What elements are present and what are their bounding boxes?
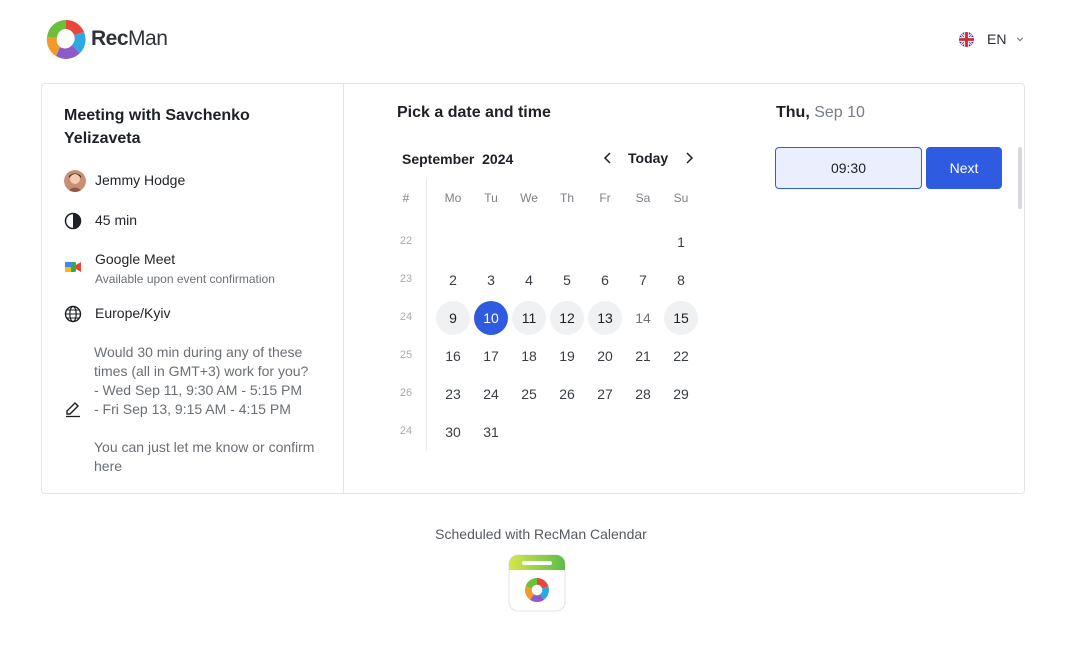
month-year-label: September 2024 bbox=[402, 151, 514, 167]
booking-card: Meeting with Savchenko Yelizaveta Jemmy … bbox=[41, 83, 1025, 494]
week-number: 24 bbox=[399, 311, 413, 323]
calendar-day: 17 bbox=[483, 348, 499, 364]
calendar-day: 4 bbox=[525, 272, 533, 288]
calendar-day: 27 bbox=[597, 386, 613, 402]
next-button[interactable]: Next bbox=[926, 147, 1002, 189]
calendar-day: 22 bbox=[673, 348, 689, 364]
timezone-text: Europe/Kyiv bbox=[95, 305, 171, 321]
weekday-header: Su bbox=[673, 191, 689, 205]
language-code: EN bbox=[987, 31, 1007, 47]
weekday-header: Th bbox=[559, 191, 574, 205]
duration-row: 45 min bbox=[64, 212, 137, 230]
pencil-icon bbox=[66, 402, 80, 418]
calendar-day-available[interactable]: 12 bbox=[550, 301, 584, 335]
calendar-heading: Pick a date and time bbox=[397, 104, 551, 121]
calendar-day: 3 bbox=[487, 272, 495, 288]
duration-text: 45 min bbox=[95, 212, 138, 228]
recman-calendar-app-icon[interactable] bbox=[508, 554, 566, 612]
location-name: Google Meet bbox=[95, 251, 176, 267]
calendar-day: 23 bbox=[445, 386, 461, 402]
week-number: 23 bbox=[399, 273, 413, 285]
timezone-row: Europe/Kyiv bbox=[64, 305, 170, 323]
recman-logo[interactable]: RecMan bbox=[44, 17, 168, 61]
calendar-day-available[interactable]: 15 bbox=[664, 301, 698, 335]
weekday-header: We bbox=[520, 191, 538, 205]
calendar-day-selected[interactable]: 10 bbox=[474, 301, 508, 335]
time-slots-scrollbar[interactable] bbox=[1018, 147, 1022, 209]
weekday-header: Sa bbox=[635, 191, 651, 205]
calendar-day: 16 bbox=[445, 348, 461, 364]
meeting-title: Meeting with Savchenko Yelizaveta bbox=[64, 107, 250, 147]
duration-icon bbox=[64, 212, 82, 230]
calendar-day: 21 bbox=[635, 348, 651, 364]
host-name: Jemmy Hodge bbox=[95, 172, 186, 188]
calendar-day: 30 bbox=[445, 424, 461, 440]
calendar-day: 20 bbox=[597, 348, 613, 364]
calendar-day: 2 bbox=[449, 272, 457, 288]
chevron-right-icon[interactable] bbox=[682, 151, 696, 165]
week-number-divider bbox=[426, 179, 427, 451]
calendar-day: 1 bbox=[677, 234, 685, 250]
calendar-day: 7 bbox=[639, 272, 647, 288]
chevron-down-icon bbox=[1017, 37, 1024, 42]
weekday-header: Fr bbox=[599, 191, 611, 205]
week-number: 26 bbox=[399, 387, 413, 399]
footer-text: Scheduled with RecMan Calendar bbox=[435, 526, 647, 542]
calendar-day: 28 bbox=[635, 386, 651, 402]
calendar-day-available[interactable]: 13 bbox=[588, 301, 622, 335]
panel-divider bbox=[343, 84, 344, 493]
calendar-day: 18 bbox=[521, 348, 537, 364]
host-row: Jemmy Hodge bbox=[64, 170, 185, 192]
chevron-left-icon[interactable] bbox=[601, 151, 615, 165]
google-meet-icon bbox=[65, 262, 81, 272]
host-avatar bbox=[64, 170, 86, 192]
uk-flag-icon bbox=[959, 31, 974, 47]
selected-date: Thu, Sep 10 bbox=[776, 104, 865, 121]
globe-icon bbox=[64, 305, 82, 323]
calendar-day: 24 bbox=[483, 386, 499, 402]
calendar-day: 29 bbox=[673, 386, 689, 402]
calendar-day-available[interactable]: 9 bbox=[436, 301, 470, 335]
today-button[interactable]: Today bbox=[628, 150, 668, 166]
calendar-day: 25 bbox=[521, 386, 537, 402]
week-number: 22 bbox=[399, 235, 413, 247]
week-number-header: # bbox=[402, 191, 410, 205]
time-slot-selected[interactable]: 09:30 bbox=[775, 147, 922, 189]
calendar-day: 31 bbox=[483, 424, 499, 440]
week-number: 25 bbox=[399, 349, 413, 361]
calendar-day: 5 bbox=[563, 272, 571, 288]
weekday-header: Tu bbox=[484, 191, 498, 205]
recman-logo-icon bbox=[46, 19, 86, 59]
brand-name: RecMan bbox=[91, 27, 168, 50]
calendar-day: 8 bbox=[677, 272, 685, 288]
location-row: Google Meet Available upon event confirm… bbox=[64, 251, 275, 286]
calendar-day: 26 bbox=[559, 386, 575, 402]
calendar-day: 6 bbox=[601, 272, 609, 288]
location-note: Available upon event confirmation bbox=[95, 272, 275, 286]
language-selector[interactable]: EN bbox=[959, 31, 1024, 47]
calendar-day-available[interactable]: 11 bbox=[512, 301, 546, 335]
event-description: Would 30 min during any of these times (… bbox=[94, 344, 315, 474]
calendar-day: 14 bbox=[635, 310, 651, 326]
week-number: 24 bbox=[399, 425, 413, 437]
weekday-header: Mo bbox=[444, 191, 462, 205]
calendar-day: 19 bbox=[559, 348, 575, 364]
